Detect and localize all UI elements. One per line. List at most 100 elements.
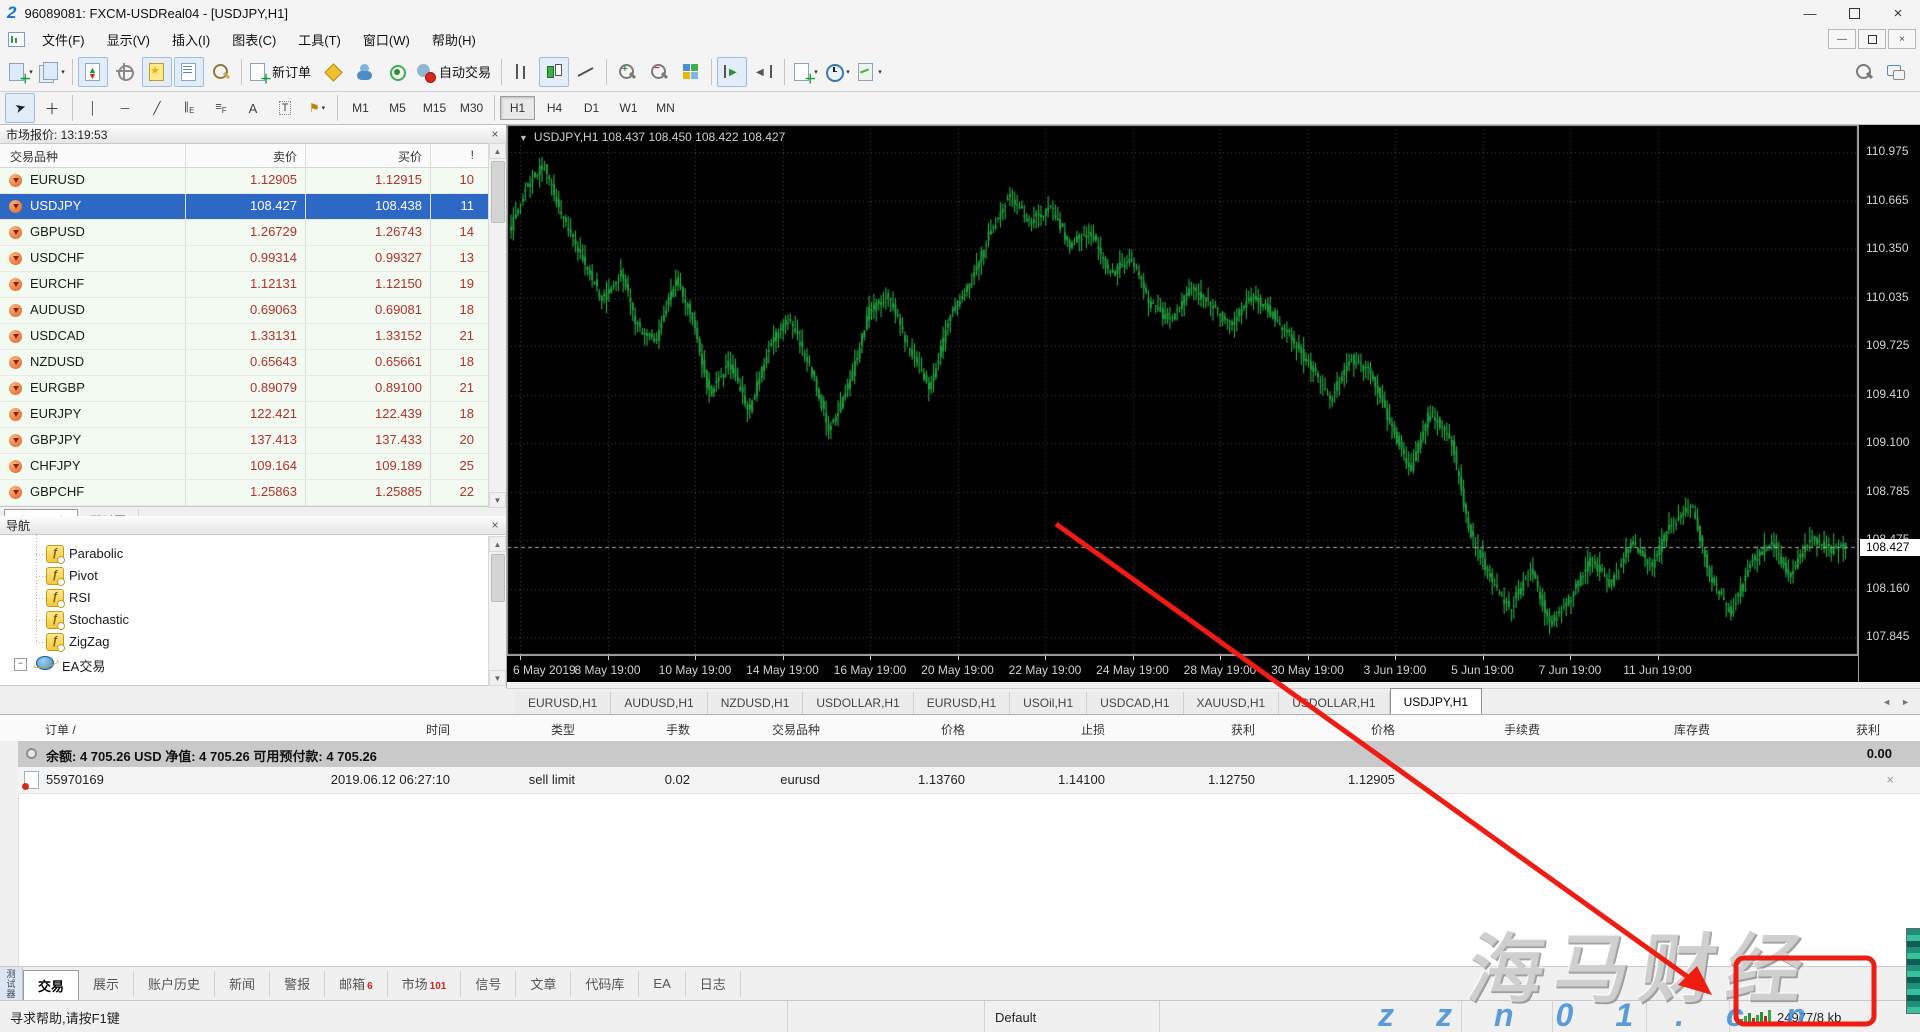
bottom-tab-9[interactable]: 代码库 bbox=[571, 970, 640, 997]
crosshair-tool-button[interactable]: ＋ bbox=[37, 93, 67, 123]
bottom-tab-6[interactable]: 市场 101 bbox=[388, 970, 462, 997]
timeframe-h4[interactable]: H4 bbox=[537, 96, 572, 120]
col-spread[interactable]: ! bbox=[471, 148, 474, 162]
order-close-icon[interactable]: × bbox=[1886, 772, 1894, 787]
scroll-down-icon[interactable]: ▼ bbox=[489, 670, 506, 686]
navigator-button[interactable]: ★ bbox=[142, 56, 172, 87]
navigator-item-parabolic[interactable]: ƒ Parabolic bbox=[0, 543, 506, 565]
zoom-in-button[interactable]: + bbox=[612, 57, 642, 87]
balance-row[interactable]: 余额: 4 705.26 USD 净值: 4 705.26 可用预付款: 4 7… bbox=[18, 741, 1920, 768]
bottom-tab-7[interactable]: 信号 bbox=[461, 970, 517, 997]
market-watch-row-usdchf[interactable]: USDCHF 0.99314 0.99327 13 bbox=[0, 246, 506, 272]
market-watch-row-eurchf[interactable]: EURCHF 1.12131 1.12150 19 bbox=[0, 272, 506, 298]
bottom-tab-10[interactable]: EA bbox=[639, 970, 686, 997]
menu-item-0[interactable]: 文件(F) bbox=[31, 26, 96, 52]
bottom-tab-2[interactable]: 账户历史 bbox=[134, 970, 216, 997]
community-button[interactable] bbox=[350, 57, 380, 87]
vline-tool-button[interactable]: │ bbox=[78, 93, 108, 123]
chart-tab-4[interactable]: EURUSD,H1 bbox=[913, 692, 1011, 714]
zoom-out-button[interactable]: − bbox=[644, 57, 674, 87]
tab-scroll-right-icon[interactable]: ► bbox=[1901, 697, 1910, 707]
chart-tab-7[interactable]: XAUUSD,H1 bbox=[1183, 692, 1280, 714]
market-watch-close-icon[interactable]: × bbox=[488, 127, 502, 141]
market-watch-scrollbar[interactable]: ▲ ▼ bbox=[488, 143, 506, 508]
market-watch-row-usdjpy[interactable]: USDJPY 108.427 108.438 11 bbox=[0, 194, 506, 220]
templates-button[interactable]: ▾ bbox=[854, 57, 884, 87]
navigator-scrollbar[interactable]: ▲ ▼ bbox=[488, 536, 506, 686]
bottom-tab-3[interactable]: 新闻 bbox=[215, 970, 271, 997]
market-watch-row-usdcad[interactable]: USDCAD 1.33131 1.33152 21 bbox=[0, 324, 506, 350]
chart-tab-6[interactable]: USDCAD,H1 bbox=[1087, 692, 1184, 714]
tile-windows-button[interactable] bbox=[676, 57, 706, 87]
col-ask[interactable]: 买价 bbox=[398, 148, 422, 165]
maximize-button[interactable] bbox=[1832, 1, 1876, 25]
menu-item-3[interactable]: 图表(C) bbox=[221, 26, 287, 52]
status-profile[interactable]: Default bbox=[985, 1001, 1160, 1032]
candle-chart-button[interactable] bbox=[539, 56, 570, 87]
child-minimize-button[interactable]: — bbox=[1828, 29, 1856, 49]
terminal-button[interactable] bbox=[174, 56, 204, 87]
tree-collapse-icon[interactable]: − bbox=[14, 658, 27, 671]
fibonacci-tool-button[interactable]: ≡F bbox=[206, 93, 236, 123]
timeframe-m15[interactable]: M15 bbox=[417, 96, 452, 120]
metaeditor-button[interactable] bbox=[318, 57, 348, 87]
scroll-down-icon[interactable]: ▼ bbox=[489, 492, 506, 508]
new-order-button[interactable]: ＋ 新订单 bbox=[247, 57, 316, 87]
timeframe-mn[interactable]: MN bbox=[648, 96, 683, 120]
new-chart-button[interactable]: ＋ ▾ bbox=[5, 57, 35, 87]
bottom-tab-11[interactable]: 日志 bbox=[686, 970, 741, 997]
market-watch-row-eurusd[interactable]: EURUSD 1.12905 1.12915 10 bbox=[0, 168, 506, 194]
bar-chart-button[interactable] bbox=[507, 57, 537, 87]
market-watch-row-gbpjpy[interactable]: GBPJPY 137.413 137.433 20 bbox=[0, 428, 506, 454]
timeframe-d1[interactable]: D1 bbox=[574, 96, 609, 120]
terminal-column-11[interactable]: 获利 bbox=[0, 721, 1880, 738]
market-watch-row-nzdusd[interactable]: NZDUSD 0.65643 0.65661 18 bbox=[0, 350, 506, 376]
navigator-item-stochastic[interactable]: ƒ Stochastic bbox=[0, 609, 506, 631]
navigator-item-ea[interactable]: − EA交易 bbox=[0, 653, 506, 675]
timeframe-m5[interactable]: M5 bbox=[380, 96, 415, 120]
col-symbol[interactable]: 交易品种 bbox=[10, 148, 58, 165]
child-restore-button[interactable] bbox=[1858, 29, 1886, 49]
navigator-item-pivot[interactable]: ƒ Pivot bbox=[0, 565, 506, 587]
strategy-tester-button[interactable] bbox=[206, 57, 236, 87]
chart-tab-9[interactable]: USDJPY,H1 bbox=[1389, 688, 1483, 714]
chart-tab-1[interactable]: AUDUSD,H1 bbox=[611, 692, 708, 714]
market-watch-button[interactable]: ▲ ▼ bbox=[78, 56, 108, 87]
status-connection[interactable]: 24977/8 kb bbox=[1730, 1001, 1890, 1032]
timeframe-h1[interactable]: H1 bbox=[500, 96, 535, 120]
timeframe-m1[interactable]: M1 bbox=[343, 96, 378, 120]
col-bid[interactable]: 卖价 bbox=[273, 148, 297, 165]
broadcast-button[interactable] bbox=[382, 57, 412, 87]
timeframe-w1[interactable]: W1 bbox=[611, 96, 646, 120]
time-axis[interactable]: 6 May 2019 8 May 19:00 10 May 19:00 14 May … bbox=[507, 655, 1858, 682]
autotrade-button[interactable]: 自动交易 bbox=[414, 57, 496, 87]
chart-tab-0[interactable]: EURUSD,H1 bbox=[515, 692, 612, 714]
cursor-tool-button[interactable]: ➤ bbox=[5, 93, 35, 123]
chat-button[interactable] bbox=[1881, 57, 1911, 87]
channel-tool-button[interactable]: ∥E bbox=[174, 93, 204, 123]
navigator-item-zigzag[interactable]: ƒ ZigZag bbox=[0, 631, 506, 653]
chart-tab-2[interactable]: NZDUSD,H1 bbox=[707, 692, 804, 714]
chart-tab-8[interactable]: USDOLLAR,H1 bbox=[1279, 692, 1390, 714]
bottom-tab-0[interactable]: 交易 bbox=[23, 969, 80, 1001]
scroll-up-icon[interactable]: ▲ bbox=[489, 143, 506, 159]
price-chart[interactable] bbox=[507, 125, 1858, 655]
market-watch-row-chfjpy[interactable]: CHFJPY 109.164 109.189 25 bbox=[0, 454, 506, 480]
bottom-tab-8[interactable]: 文章 bbox=[516, 970, 572, 997]
chart-tab-5[interactable]: USOil,H1 bbox=[1010, 692, 1088, 714]
chart-window-icon[interactable] bbox=[8, 31, 25, 47]
tab-scroll-left-icon[interactable]: ◄ bbox=[1882, 697, 1891, 707]
text-tool-button[interactable]: A bbox=[238, 93, 268, 123]
menu-item-6[interactable]: 帮助(H) bbox=[421, 26, 487, 52]
search-button[interactable] bbox=[1849, 57, 1879, 87]
menu-item-1[interactable]: 显示(V) bbox=[96, 26, 161, 52]
periods-button[interactable]: ▾ bbox=[822, 57, 852, 87]
trendline-tool-button[interactable]: ╱ bbox=[142, 93, 172, 123]
arrows-tool-button[interactable]: ⚑ ▾ bbox=[302, 93, 332, 123]
market-watch-row-gbpusd[interactable]: GBPUSD 1.26729 1.26743 14 bbox=[0, 220, 506, 246]
autoscroll-button[interactable]: ▶ bbox=[717, 56, 748, 87]
text-label-tool-button[interactable]: T bbox=[270, 93, 300, 123]
data-window-button[interactable] bbox=[110, 57, 140, 87]
market-watch-row-audusd[interactable]: AUDUSD 0.69063 0.69081 18 bbox=[0, 298, 506, 324]
tester-collapsed-tab[interactable]: 测试器 bbox=[0, 966, 23, 1001]
